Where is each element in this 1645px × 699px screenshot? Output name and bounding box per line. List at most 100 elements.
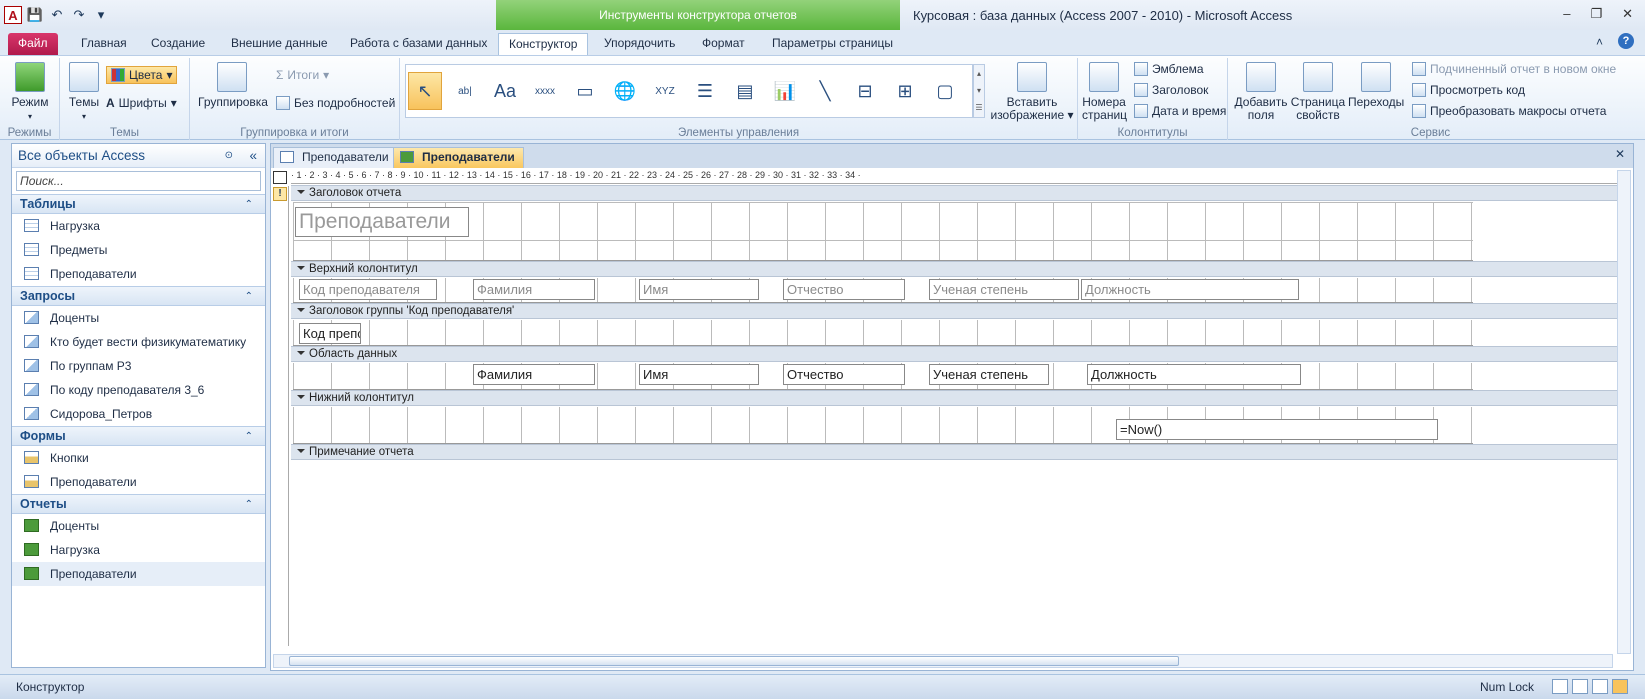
label-position[interactable]: Должность bbox=[1081, 279, 1299, 300]
tab-database-tools[interactable]: Работа с базами данных bbox=[340, 33, 497, 55]
label-surname[interactable]: Фамилия bbox=[473, 279, 595, 300]
minimize-button[interactable]: – bbox=[1563, 6, 1570, 22]
tab-arrange[interactable]: Упорядочить bbox=[594, 33, 685, 55]
tab-file[interactable]: Файл bbox=[8, 33, 58, 55]
nav-item[interactable]: Сидорова_Петров bbox=[12, 402, 265, 426]
nav-section-f[interactable]: Формы ⌃ bbox=[12, 426, 265, 446]
nav-item[interactable]: Преподаватели bbox=[12, 470, 265, 494]
close-button[interactable]: ✕ bbox=[1622, 6, 1633, 22]
hide-details-button[interactable]: Без подробностей bbox=[276, 96, 395, 110]
nav-item[interactable]: По коду преподавателя 3_6 bbox=[12, 378, 265, 402]
nav-item[interactable]: Кто будет вести физикуматематику bbox=[12, 330, 265, 354]
nav-section-q[interactable]: Запросы ⌃ bbox=[12, 286, 265, 306]
collapse-section-icon[interactable]: ⌃ bbox=[245, 427, 253, 446]
tab-create[interactable]: Создание bbox=[141, 33, 215, 55]
date-time-button[interactable]: Дата и время bbox=[1134, 104, 1226, 118]
help-icon[interactable]: ? bbox=[1618, 33, 1634, 49]
doc-tab-report[interactable]: Преподаватели bbox=[393, 147, 524, 168]
nav-item[interactable]: По группам Р3 bbox=[12, 354, 265, 378]
nav-section-t[interactable]: Таблицы ⌃ bbox=[12, 194, 265, 214]
minimize-ribbon-icon[interactable]: ˄ bbox=[1596, 35, 1603, 49]
page-numbers-button[interactable]: Номера страниц bbox=[1082, 62, 1127, 122]
report-selector[interactable] bbox=[273, 171, 287, 184]
nav-item[interactable]: Нагрузка bbox=[12, 214, 265, 238]
navigation-control-icon[interactable]: XYZ bbox=[648, 72, 682, 110]
rectangle-control-icon[interactable]: ▢ bbox=[928, 72, 962, 110]
nav-pane-header[interactable]: Все объекты Access ⊙ « bbox=[12, 144, 265, 168]
hyperlink-control-icon[interactable]: 🌐 bbox=[608, 72, 642, 110]
vertical-scrollbar[interactable] bbox=[1617, 170, 1631, 654]
tab-order-button[interactable]: Переходы bbox=[1348, 62, 1404, 109]
nav-item[interactable]: Доценты bbox=[12, 306, 265, 330]
nav-menu-icon[interactable]: ⊙ bbox=[225, 144, 233, 168]
field-name[interactable]: Имя bbox=[639, 364, 759, 385]
tab-home[interactable]: Главная bbox=[71, 33, 137, 55]
section-report-header[interactable]: Заголовок отчета bbox=[291, 185, 1621, 201]
report-title-label[interactable]: Преподаватели bbox=[295, 207, 469, 237]
label-degree[interactable]: Ученая степень bbox=[929, 279, 1079, 300]
access-logo-icon[interactable]: A bbox=[4, 6, 22, 24]
save-icon[interactable]: 💾 bbox=[26, 6, 44, 24]
field-teacher-code[interactable]: Код препо bbox=[299, 323, 361, 344]
horizontal-scroll-thumb[interactable] bbox=[289, 656, 1179, 666]
select-control-icon[interactable]: ↖ bbox=[408, 72, 442, 110]
themes-button[interactable]: Темы ▾ bbox=[66, 62, 102, 123]
close-document-icon[interactable]: ✕ bbox=[1615, 147, 1625, 161]
option-group-control-icon[interactable]: ☰ bbox=[688, 72, 722, 110]
section-report-footer[interactable]: Примечание отчета bbox=[291, 444, 1621, 460]
tab-page-setup[interactable]: Параметры страницы bbox=[762, 33, 903, 55]
field-position[interactable]: Должность bbox=[1087, 364, 1301, 385]
chart-control-icon[interactable]: 📊 bbox=[768, 72, 802, 110]
collapse-section-icon[interactable]: ⌃ bbox=[245, 287, 253, 306]
nav-search-input[interactable]: Поиск... ⚲ bbox=[16, 171, 280, 191]
layout-view-icon[interactable] bbox=[1592, 679, 1608, 694]
nav-item[interactable]: Предметы bbox=[12, 238, 265, 262]
title-button[interactable]: Заголовок bbox=[1134, 83, 1208, 97]
totals-button[interactable]: Σ Итоги ▾ bbox=[276, 68, 329, 82]
collapse-section-icon[interactable]: ⌃ bbox=[245, 195, 253, 214]
tab-external-data[interactable]: Внешние данные bbox=[221, 33, 338, 55]
subreport-button[interactable]: Подчиненный отчет в новом окне bbox=[1412, 62, 1616, 76]
section-page-footer[interactable]: Нижний колонтитул bbox=[291, 390, 1621, 406]
collapse-pane-icon[interactable]: « bbox=[249, 144, 257, 168]
logo-button[interactable]: Эмблема bbox=[1134, 62, 1204, 76]
collapse-section-icon[interactable]: ⌃ bbox=[245, 495, 253, 514]
label-teacher-code[interactable]: Код преподавателя bbox=[299, 279, 437, 300]
add-fields-button[interactable]: Добавить поля bbox=[1234, 62, 1288, 122]
tab-design[interactable]: Конструктор bbox=[498, 33, 589, 56]
label-control-icon[interactable]: Aa bbox=[488, 72, 522, 110]
maximize-button[interactable]: ❐ bbox=[1590, 6, 1602, 22]
group-sort-button[interactable]: Группировка bbox=[198, 62, 268, 109]
undo-icon[interactable]: ↶ bbox=[48, 6, 66, 24]
colors-button[interactable]: Цвета ▾ bbox=[106, 66, 178, 84]
button-control-icon[interactable]: xxxx bbox=[528, 72, 562, 110]
label-name[interactable]: Имя bbox=[639, 279, 759, 300]
redo-icon[interactable]: ↷ bbox=[70, 6, 88, 24]
field-patronymic[interactable]: Отчество bbox=[783, 364, 905, 385]
nav-section-r[interactable]: Отчеты ⌃ bbox=[12, 494, 265, 514]
property-sheet-button[interactable]: Страница свойств bbox=[1290, 62, 1346, 122]
doc-tab-table[interactable]: Преподаватели bbox=[273, 147, 398, 168]
section-page-header[interactable]: Верхний колонтитул bbox=[291, 261, 1621, 277]
line-control-icon[interactable]: ╲ bbox=[808, 72, 842, 110]
list-box-control-icon[interactable]: ⊞ bbox=[888, 72, 922, 110]
design-view-icon[interactable] bbox=[1612, 679, 1628, 694]
text-box-control-icon[interactable]: ab| bbox=[448, 72, 482, 110]
nav-item[interactable]: Нагрузка bbox=[12, 538, 265, 562]
nav-item[interactable]: Преподаватели bbox=[12, 262, 265, 286]
label-patronymic[interactable]: Отчество bbox=[783, 279, 905, 300]
view-button[interactable]: Режим ▾ bbox=[8, 62, 52, 123]
tab-control-control-icon[interactable]: ▭ bbox=[568, 72, 602, 110]
customize-qat-icon[interactable]: ▾ bbox=[92, 6, 110, 24]
nav-item[interactable]: Преподаватели bbox=[12, 562, 265, 586]
field-degree[interactable]: Ученая степень bbox=[929, 364, 1049, 385]
nav-item[interactable]: Кнопки bbox=[12, 446, 265, 470]
field-now-expression[interactable]: =Now() bbox=[1116, 419, 1438, 440]
gallery-scroll[interactable]: ▴ ▾ ☰ bbox=[973, 64, 985, 118]
warning-icon[interactable]: ! bbox=[273, 187, 287, 201]
nav-item[interactable]: Доценты bbox=[12, 514, 265, 538]
convert-macros-button[interactable]: Преобразовать макросы отчета bbox=[1412, 104, 1606, 118]
report-view-icon[interactable] bbox=[1552, 679, 1568, 694]
section-detail[interactable]: Область данных bbox=[291, 346, 1621, 362]
field-surname[interactable]: Фамилия bbox=[473, 364, 595, 385]
